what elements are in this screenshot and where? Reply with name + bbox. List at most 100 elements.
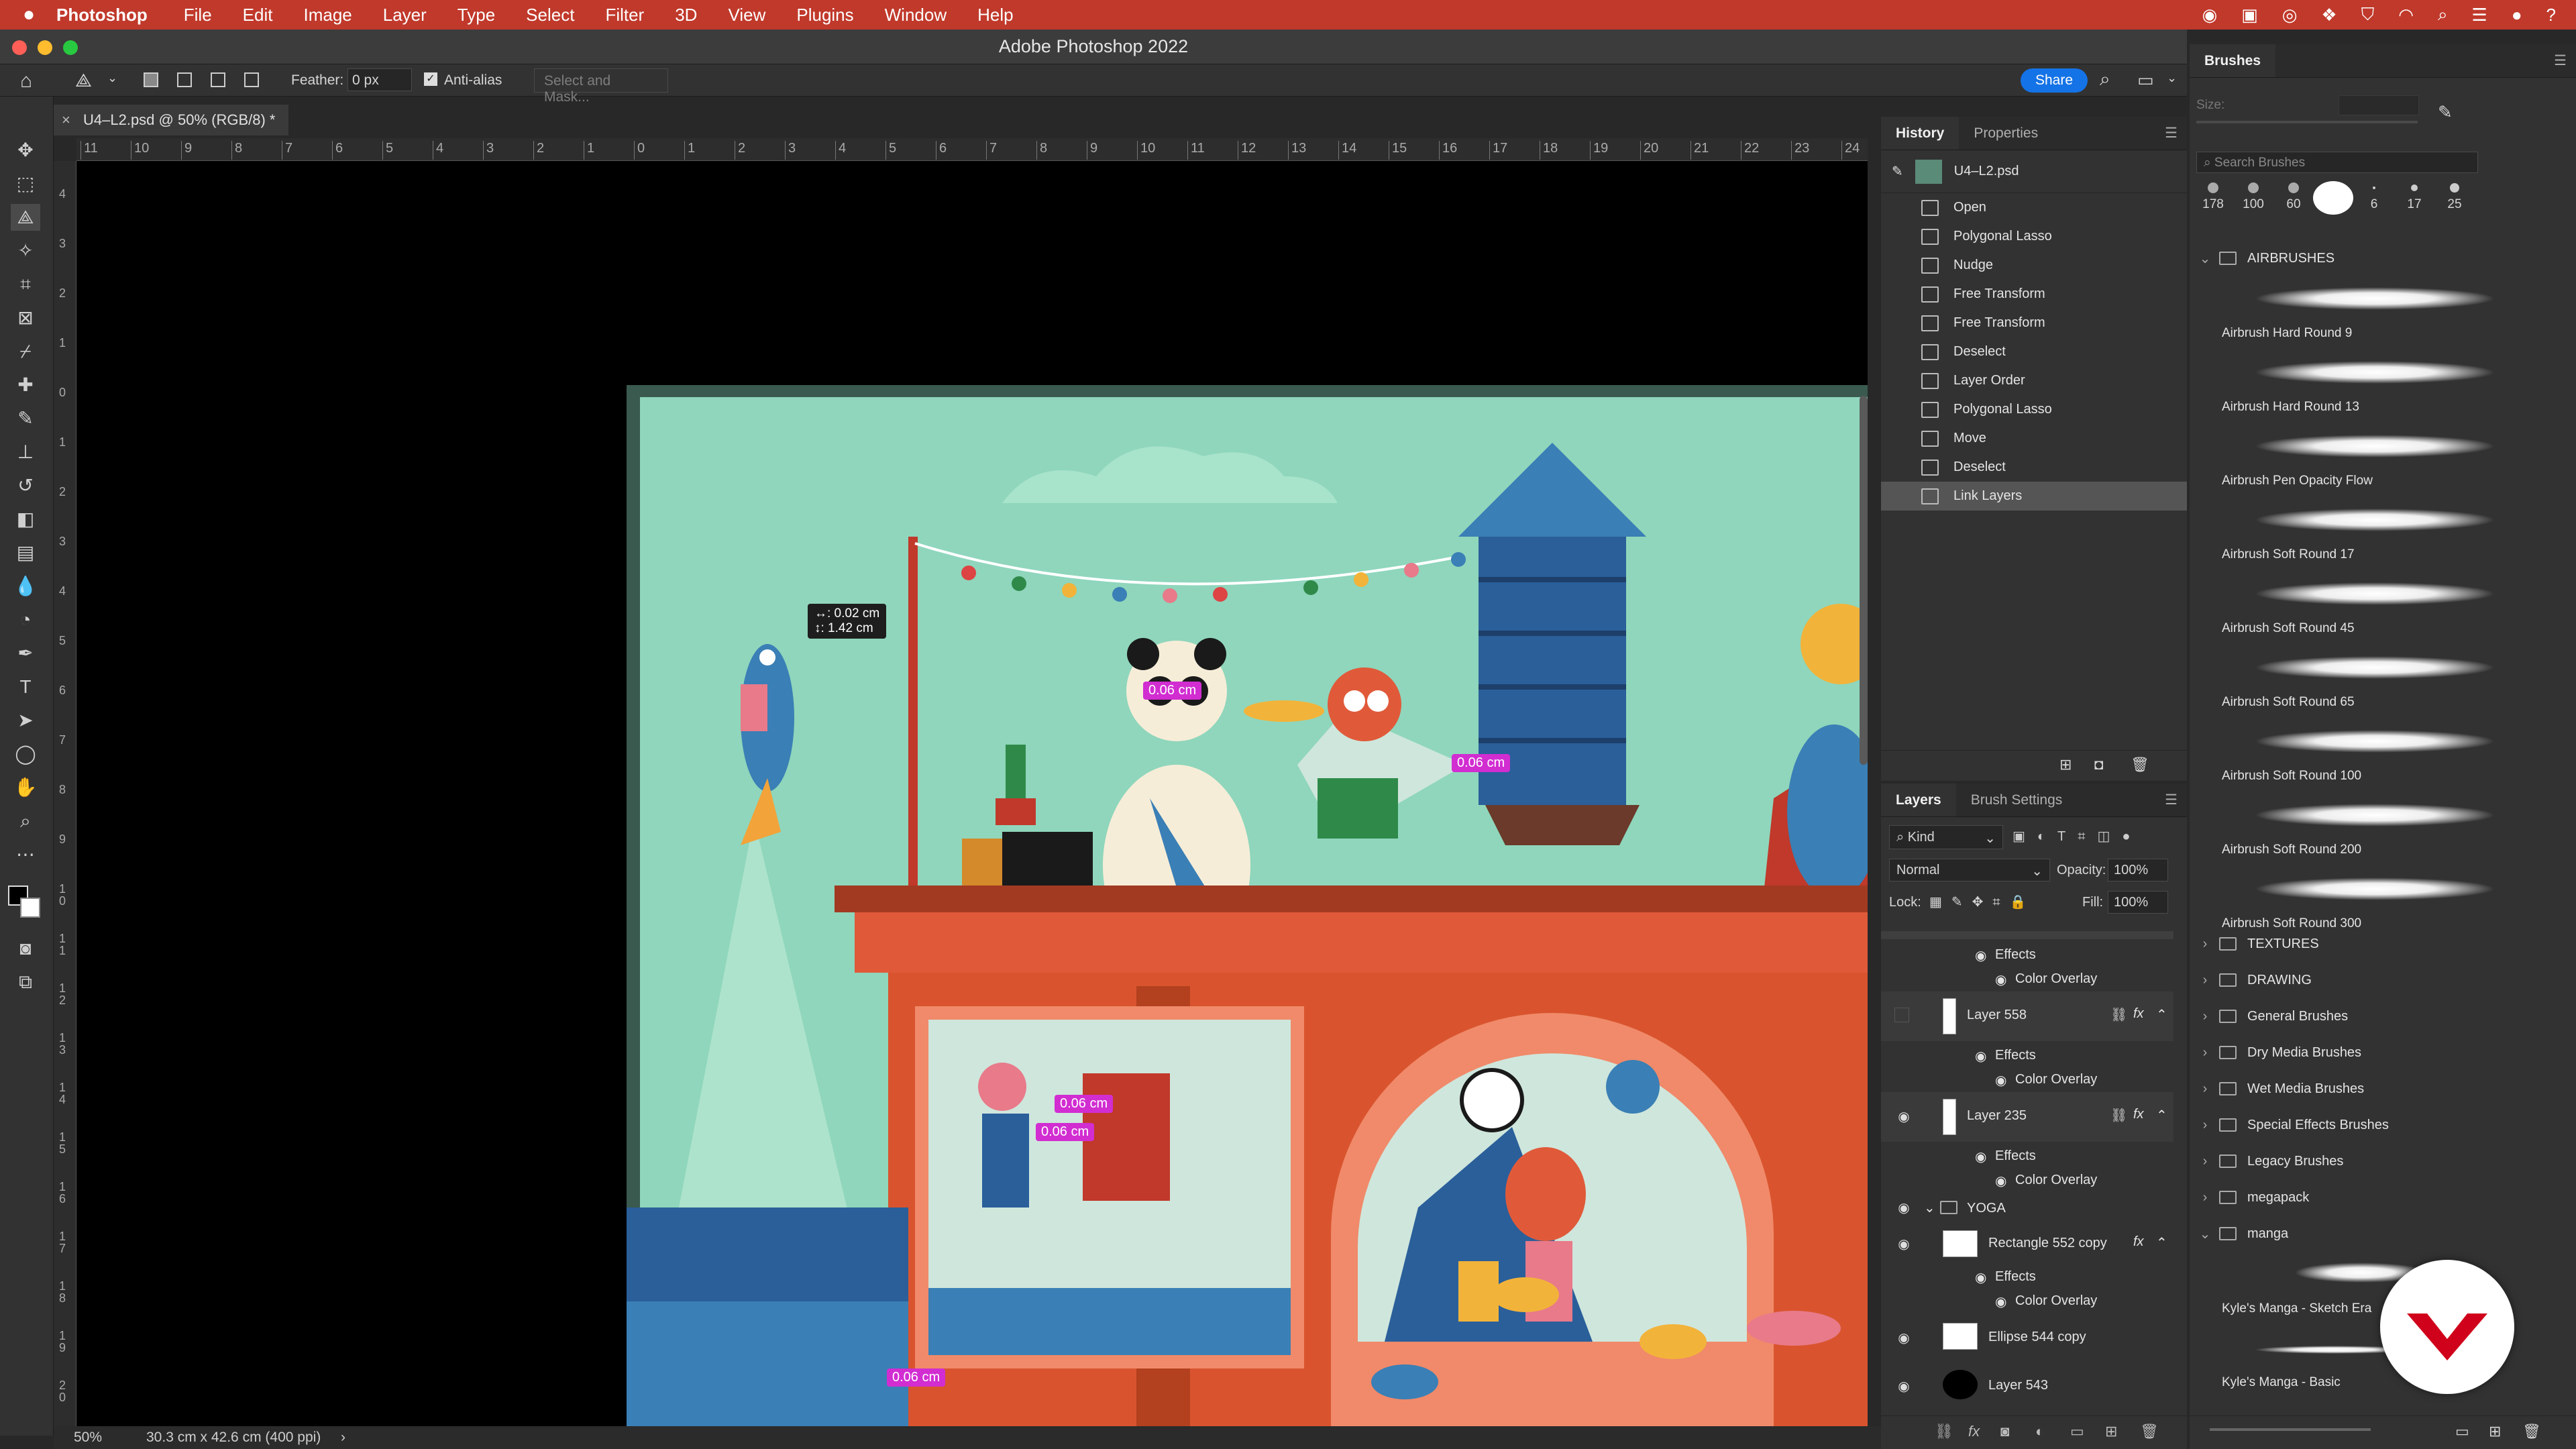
floating-logo-badge[interactable] bbox=[2380, 1260, 2514, 1394]
eyedropper-tool-icon[interactable]: ⌿ bbox=[11, 338, 40, 365]
history-snapshot[interactable]: ✎ U4–L2.psd bbox=[1881, 150, 2187, 193]
eye-icon[interactable]: ◉ bbox=[1894, 1199, 1913, 1216]
tab-brush-settings[interactable]: Brush Settings bbox=[1956, 784, 2078, 816]
brush-folder-manga[interactable]: ⌄ manga bbox=[2190, 1216, 2538, 1252]
fx-icon[interactable]: fx bbox=[2133, 1234, 2144, 1250]
magic-wand-tool-icon[interactable]: ✧ bbox=[11, 237, 40, 264]
link-icon[interactable]: ⛓ bbox=[2110, 1107, 2127, 1124]
fx-icon[interactable]: fx bbox=[2133, 1006, 2144, 1022]
history-item[interactable]: Layer Order bbox=[1881, 366, 2187, 395]
tab-properties[interactable]: Properties bbox=[1959, 117, 2053, 150]
link-layers-icon[interactable]: ⛓ bbox=[1935, 1423, 1953, 1440]
brush-item[interactable]: Airbrush Soft Round 100 bbox=[2214, 719, 2529, 793]
dropbox-icon[interactable]: ❖ bbox=[2321, 5, 2337, 25]
layer-name[interactable]: Ellipse 544 copy bbox=[1988, 1330, 2086, 1345]
menu-select[interactable]: Select bbox=[526, 5, 574, 25]
chevron-right-icon[interactable]: › bbox=[2195, 1045, 2215, 1061]
fx-icon[interactable]: fx bbox=[1968, 1423, 1980, 1440]
history-item[interactable]: Free Transform bbox=[1881, 309, 2187, 337]
chevron-right-icon[interactable]: › bbox=[2195, 973, 2215, 988]
camera-icon[interactable]: ◘ bbox=[2094, 756, 2103, 773]
size-input[interactable] bbox=[2339, 95, 2419, 115]
vertical-ruler[interactable]: 4 3 2 1 0 1 2 3 4 5 6 7 8 9 10 11 12 13 14 15 16 17 18 19 20 bbox=[54, 161, 76, 1426]
blur-tool-icon[interactable]: 💧 bbox=[11, 573, 40, 600]
eye-icon[interactable]: ◉ bbox=[1975, 1269, 1986, 1286]
quick-mask-icon[interactable]: ◙ bbox=[11, 935, 40, 962]
help-icon[interactable]: ? bbox=[2546, 5, 2556, 25]
color-overlay-row[interactable]: ◉ Color Overlay bbox=[1881, 1167, 2174, 1191]
clone-stamp-icon[interactable]: ⊥ bbox=[11, 439, 40, 466]
history-brush-source-icon[interactable]: ✎ bbox=[1892, 163, 1903, 180]
menu-help[interactable]: Help bbox=[977, 5, 1013, 25]
polygonal-lasso-icon[interactable]: ⟁ bbox=[75, 70, 92, 92]
history-item[interactable]: Deselect bbox=[1881, 453, 2187, 482]
tab-layers[interactable]: Layers bbox=[1881, 784, 1956, 816]
document-tab[interactable]: × U4–L2.psd @ 50% (RGB/8) * bbox=[54, 105, 288, 136]
eye-icon[interactable]: ◉ bbox=[1995, 1072, 2006, 1089]
menu-layer[interactable]: Layer bbox=[383, 5, 427, 25]
sync-icon[interactable]: ◎ bbox=[2282, 5, 2298, 25]
link-icon[interactable]: ⛓ bbox=[2110, 1006, 2127, 1023]
gradient-tool-icon[interactable]: ▤ bbox=[11, 539, 40, 566]
brush-folder-dry-media[interactable]: › Dry Media Brushes bbox=[2190, 1034, 2538, 1071]
fill-input[interactable]: 100% bbox=[2108, 891, 2168, 914]
select-and-mask-button[interactable]: Select and Mask... bbox=[534, 68, 668, 105]
control-center-icon[interactable]: ☰ bbox=[2472, 5, 2487, 25]
new-document-from-state-icon[interactable]: ⊞ bbox=[2059, 756, 2072, 773]
preset-25[interactable]: 25 bbox=[2438, 178, 2471, 212]
chevron-down-icon[interactable]: ⌄ bbox=[2195, 250, 2215, 267]
eye-icon[interactable]: ◉ bbox=[1995, 1293, 2006, 1310]
eye-icon[interactable]: ◉ bbox=[1975, 1148, 1986, 1165]
layer-row[interactable]: Layer 558 ⛓ fx ⌃ bbox=[1881, 991, 2174, 1041]
layer-row-partial[interactable] bbox=[1881, 931, 2174, 939]
chevron-down-icon[interactable]: ⌄ bbox=[2195, 1226, 2215, 1242]
chevron-right-icon[interactable]: › bbox=[2195, 1009, 2215, 1024]
brush-item[interactable]: Airbrush Soft Round 45 bbox=[2214, 572, 2529, 645]
trash-icon[interactable]: 🗑 bbox=[2140, 1423, 2159, 1440]
feather-input[interactable]: 0 px bbox=[347, 68, 412, 91]
layer-name[interactable]: Layer 235 bbox=[1967, 1108, 2027, 1124]
siri-icon[interactable]: ● bbox=[2512, 5, 2522, 25]
visibility-toggle[interactable] bbox=[1894, 1008, 1909, 1022]
trash-icon[interactable]: 🗑 bbox=[2522, 1423, 2541, 1440]
history-brush-icon[interactable]: ↺ bbox=[11, 472, 40, 499]
marquee-tool-icon[interactable]: ⬚ bbox=[11, 170, 40, 197]
creative-cloud-icon[interactable]: ◉ bbox=[2202, 5, 2217, 25]
screen-icon[interactable]: ▣ bbox=[2241, 5, 2258, 25]
effects-row[interactable]: ◉ Effects bbox=[1881, 1143, 2174, 1167]
apple-icon[interactable]: ● bbox=[23, 3, 56, 26]
search-icon[interactable]: ⌕ bbox=[2100, 68, 2110, 91]
layer-row[interactable]: ◉ Layer 543 bbox=[1881, 1360, 2174, 1409]
new-group-icon[interactable]: ▭ bbox=[2070, 1423, 2084, 1440]
workspace-chevron-icon[interactable]: ⌄ bbox=[2167, 71, 2177, 85]
workspace-icon[interactable]: ▭ bbox=[2137, 70, 2154, 91]
menu-edit[interactable]: Edit bbox=[243, 5, 273, 25]
new-selection-icon[interactable] bbox=[144, 72, 158, 87]
tab-history[interactable]: History bbox=[1881, 117, 1960, 150]
brush-item[interactable]: Airbrush Soft Round 65 bbox=[2214, 645, 2529, 719]
antialias-checkbox[interactable]: ✓ bbox=[424, 72, 437, 86]
brush-folder-megapack[interactable]: › megapack bbox=[2190, 1179, 2538, 1216]
close-tab-icon[interactable]: × bbox=[62, 105, 70, 136]
canvas-vertical-scrollbar[interactable] bbox=[1860, 396, 1868, 765]
menu-view[interactable]: View bbox=[728, 5, 765, 25]
preset-17[interactable]: 17 bbox=[2398, 178, 2431, 212]
horizontal-ruler[interactable]: 11 10 9 8 7 6 5 4 3 2 1 0 1 2 3 4 5 6 7 8 9 10 11 12 13 14 15 16 17 1… bbox=[76, 138, 1868, 161]
search-icon[interactable]: ⌕ bbox=[2438, 4, 2448, 25]
panel-menu-icon[interactable]: ☰ bbox=[2165, 784, 2178, 816]
intersect-selection-icon[interactable] bbox=[244, 72, 259, 87]
history-item[interactable]: Polygonal Lasso bbox=[1881, 222, 2187, 251]
type-tool-icon[interactable]: T bbox=[11, 674, 40, 700]
chevron-right-icon[interactable]: › bbox=[2195, 1081, 2215, 1097]
history-item[interactable]: Deselect bbox=[1881, 337, 2187, 366]
brush-folder-textures[interactable]: › TEXTURES bbox=[2190, 926, 2538, 962]
healing-brush-icon[interactable]: ✚ bbox=[11, 372, 40, 398]
collapse-chevron-icon[interactable]: ⌃ bbox=[2156, 1006, 2167, 1023]
layer-row[interactable]: ◉ Rectangle 552 copy fx ⌃ bbox=[1881, 1224, 2174, 1264]
adjustment-layer-icon[interactable]: ◐ bbox=[2035, 1423, 2044, 1440]
status-arrow-icon[interactable]: › bbox=[341, 1426, 345, 1449]
subtract-selection-icon[interactable] bbox=[211, 72, 225, 87]
frame-tool-icon[interactable]: ⊠ bbox=[11, 305, 40, 331]
eye-icon[interactable]: ◉ bbox=[1894, 1236, 1913, 1252]
layer-row[interactable]: ◉ Layer 235 ⛓ fx ⌃ bbox=[1881, 1092, 2174, 1142]
